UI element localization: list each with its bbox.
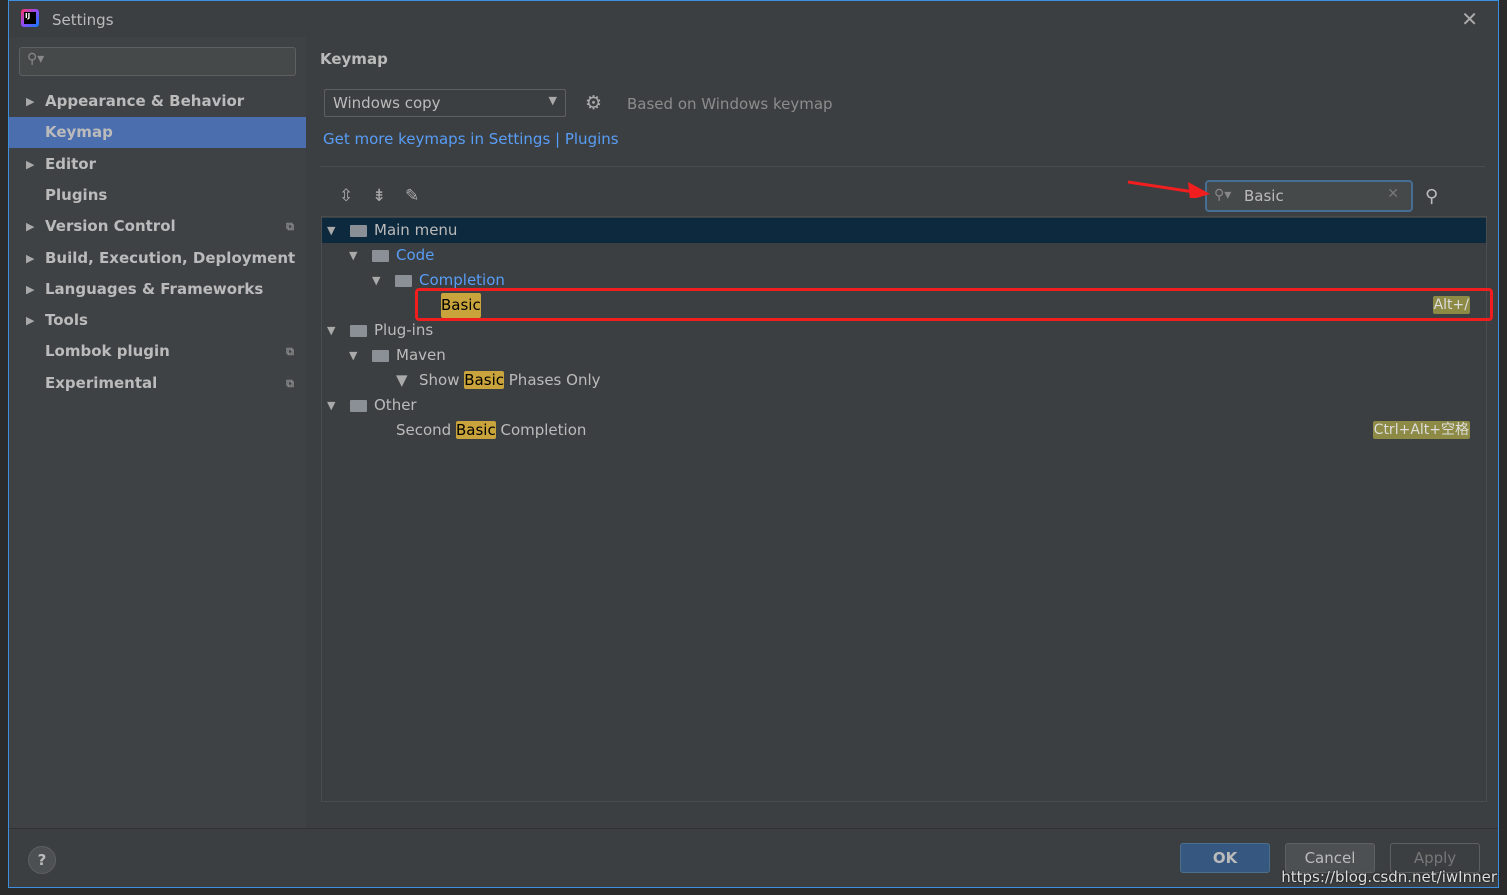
project-copy-icon: ⧉ xyxy=(286,345,294,359)
sidebar-item-plugins[interactable]: Plugins xyxy=(9,180,306,211)
tree-row-maven[interactable]: ▼ Maven xyxy=(322,343,1486,368)
footer: ? OK Cancel Apply xyxy=(9,828,1498,888)
tree-row-second-basic-completion[interactable]: Second Basic Completion Ctrl+Alt+空格 xyxy=(322,418,1486,443)
row-label: Other xyxy=(374,396,417,414)
sidebar-item-label: Build, Execution, Deployment xyxy=(45,248,296,267)
row-label: Show Basic Phases Only xyxy=(419,371,601,389)
expand-arrow-icon: ▶ xyxy=(26,157,35,171)
collapse-all-icon[interactable]: ⇟ xyxy=(372,186,386,206)
sidebar-item-label: Lombok plugin xyxy=(45,342,170,361)
divider xyxy=(320,166,1485,167)
expand-arrow-icon: ▶ xyxy=(26,282,35,296)
chevron-down-icon: ▼ xyxy=(548,94,557,107)
sidebar-item-label: Tools xyxy=(45,311,88,330)
shortcut-badge: Ctrl+Alt+空格 xyxy=(1372,421,1470,439)
folder-icon xyxy=(395,275,412,287)
find-by-shortcut-icon[interactable]: ⚲ xyxy=(1425,186,1438,207)
sidebar-item-lombok-plugin[interactable]: Lombok plugin ⧉ xyxy=(9,336,306,367)
sidebar-item-label: Plugins xyxy=(45,185,108,204)
filter-icon: ▼ xyxy=(396,371,408,389)
sidebar-item-appearance-behavior[interactable]: ▶ Appearance & Behavior xyxy=(9,86,306,117)
tree-row-other[interactable]: ▼ Other xyxy=(322,393,1486,418)
sidebar-item-label: Editor xyxy=(45,154,96,173)
window-title: Settings xyxy=(52,11,114,29)
keymap-panel: Keymap Windows copy ▼ ⚙ Based on Windows … xyxy=(306,37,1498,828)
tree-row-show-basic-phases[interactable]: ▼ Show Basic Phases Only xyxy=(322,368,1486,393)
close-icon[interactable]: ✕ xyxy=(1461,7,1478,31)
folder-icon xyxy=(372,350,389,362)
folder-icon xyxy=(350,325,367,337)
expand-arrow-icon: ▶ xyxy=(26,251,35,265)
row-label: Maven xyxy=(396,346,446,364)
sidebar-item-build-execution-deployment[interactable]: ▶ Build, Execution, Deployment xyxy=(9,243,306,274)
sidebar-item-label: Languages & Frameworks xyxy=(45,279,264,298)
menu-folder-icon xyxy=(350,225,367,237)
sidebar-item-tools[interactable]: ▶ Tools xyxy=(9,305,306,336)
expand-arrow-icon: ▶ xyxy=(26,314,35,328)
expand-arrow-icon: ▶ xyxy=(26,220,35,234)
tree-row-code[interactable]: ▼ Code xyxy=(322,243,1486,268)
page-title: Keymap xyxy=(320,50,388,68)
search-value: Basic xyxy=(1244,187,1284,205)
expand-arrow-icon: ▶ xyxy=(26,95,35,108)
ok-button[interactable]: OK xyxy=(1180,843,1270,873)
keymap-select[interactable]: Windows copy ▼ xyxy=(324,89,566,117)
settings-search-input[interactable]: ⚲▾ xyxy=(19,47,296,76)
folder-icon xyxy=(372,250,389,262)
intellij-logo-icon: IJ xyxy=(21,9,39,27)
sidebar-item-experimental[interactable]: Experimental ⧉ xyxy=(9,368,306,399)
other-folder-icon xyxy=(350,400,367,412)
clear-search-icon[interactable]: ✕ xyxy=(1387,186,1399,202)
project-copy-icon: ⧉ xyxy=(286,220,294,234)
help-button[interactable]: ? xyxy=(28,846,56,874)
sidebar-item-keymap[interactable]: Keymap xyxy=(9,117,306,149)
sidebar-item-languages-frameworks[interactable]: ▶ Languages & Frameworks xyxy=(9,274,306,305)
sidebar-item-label: Appearance & Behavior xyxy=(45,92,245,110)
sidebar: ⚲▾ ▶ Appearance & Behavior Keymap ▶ Editor Pl… xyxy=(9,37,306,828)
sidebar-item-label: Experimental xyxy=(45,373,158,392)
tree-row-main-menu[interactable]: ▼ Main menu xyxy=(322,218,1486,243)
keymap-select-value: Windows copy xyxy=(333,94,441,112)
keymap-search-input[interactable]: ⚲▾ Basic ✕ xyxy=(1205,180,1413,212)
settings-dialog: IJ Settings ✕ ⚲▾ ▶ Appearance & Behavior K… xyxy=(8,0,1499,888)
sidebar-item-label: Keymap xyxy=(45,123,113,142)
search-icon: ⚲▾ xyxy=(27,51,45,67)
row-label: Main menu xyxy=(374,221,458,239)
get-more-keymaps-link[interactable]: Get more keymaps in Settings | Plugins xyxy=(323,130,619,148)
sidebar-item-label: Version Control xyxy=(45,217,176,236)
annotation-arrow-icon xyxy=(1128,180,1210,198)
expand-all-icon[interactable]: ⇳ xyxy=(339,186,353,206)
row-label: Second Basic Completion xyxy=(396,421,587,439)
annotation-highlight-box xyxy=(415,288,1493,321)
watermark: https://blog.csdn.net/iwInner xyxy=(1281,868,1497,886)
row-label: Code xyxy=(396,246,435,264)
edit-pencil-icon[interactable]: ✎ xyxy=(405,186,419,206)
sidebar-item-editor[interactable]: ▶ Editor xyxy=(9,149,306,180)
title-bar: IJ Settings ✕ xyxy=(9,1,1498,37)
row-label: Plug-ins xyxy=(374,321,434,339)
based-on-label: Based on Windows keymap xyxy=(627,95,833,113)
project-copy-icon: ⧉ xyxy=(286,376,294,390)
tree-row-plugins[interactable]: ▼ Plug-ins xyxy=(322,318,1486,343)
sidebar-item-version-control[interactable]: ▶ Version Control ⧉ xyxy=(9,211,306,242)
search-icon: ⚲▾ xyxy=(1214,187,1232,203)
gear-icon[interactable]: ⚙ xyxy=(585,92,602,114)
